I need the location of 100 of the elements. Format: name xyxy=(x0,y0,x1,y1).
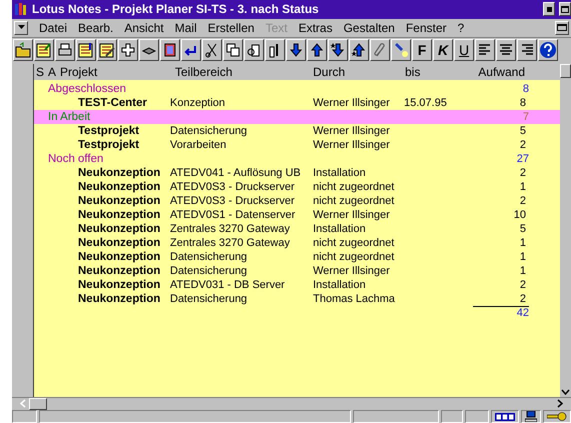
table-cell-text: Neukonzeption xyxy=(78,293,162,306)
paperclip-icon[interactable] xyxy=(370,39,390,61)
maximize-button[interactable] xyxy=(559,2,571,16)
table-cell-text: 5 xyxy=(518,223,526,236)
format-button[interactable]: U xyxy=(454,39,474,61)
table-cell-text: 2 xyxy=(518,139,526,152)
category-label[interactable]: Abgeschlossen xyxy=(48,83,473,96)
align-left-icon[interactable] xyxy=(475,39,495,61)
scroll-thumb[interactable] xyxy=(560,64,571,78)
menu-item[interactable]: Fenster xyxy=(406,20,447,35)
document-icon[interactable] xyxy=(160,39,180,61)
table-cell-text: Werner Illsinger xyxy=(313,139,391,152)
table-cell-text: Neukonzeption xyxy=(78,181,162,194)
system-menu-button[interactable] xyxy=(14,20,28,35)
menu-item[interactable]: ? xyxy=(458,20,464,35)
paste-icon[interactable] xyxy=(244,39,264,61)
table-cell-text: Werner Illsinger xyxy=(313,97,391,110)
app-icon xyxy=(14,2,28,16)
info-icon[interactable] xyxy=(76,39,96,61)
format-button[interactable]: K xyxy=(433,39,453,61)
align-right-icon[interactable] xyxy=(517,39,537,61)
table-cell-text: 1 xyxy=(518,251,526,264)
column-header[interactable]: Aufwand xyxy=(465,65,525,80)
notebook-icon[interactable] xyxy=(34,39,54,61)
maximize-icon xyxy=(561,6,569,13)
table-cell-text: nicht zugeordnet xyxy=(313,237,396,250)
table-cell-text: 8 xyxy=(518,97,526,110)
printer-icon[interactable] xyxy=(55,39,75,61)
table-cell-text: Thomas Lachma xyxy=(313,293,396,306)
table-cell-text: 2 xyxy=(518,167,526,180)
table-cell-text: ATEDV041 - Auflösung UB xyxy=(170,167,302,180)
table-cell-text: 2 xyxy=(518,293,526,306)
plus-icon[interactable] xyxy=(118,39,138,61)
table-cell-text: ATEDV0S3 - Druckserver xyxy=(170,181,296,194)
menu-item[interactable]: Gestalten xyxy=(343,20,395,35)
table-cell-text: Datensicherung xyxy=(170,125,248,138)
table-cell-text: 1 xyxy=(518,181,526,194)
flashlight-icon[interactable] xyxy=(391,39,411,61)
table-cell-text: 1 xyxy=(518,265,526,278)
table-cell-text: Neukonzeption xyxy=(78,279,162,292)
table-cell-text: 10 xyxy=(512,209,526,222)
table-cell-text: Neukonzeption xyxy=(78,223,162,236)
panes-icon[interactable] xyxy=(491,410,519,423)
table-cell-text: Konzeption xyxy=(170,97,226,110)
table-cell-text: Installation xyxy=(313,223,367,236)
scroll-thumb[interactable] xyxy=(29,398,47,410)
help-icon[interactable] xyxy=(538,39,558,61)
category-label[interactable]: Noch offen xyxy=(48,153,473,166)
table-cell-text: Testprojekt xyxy=(78,139,140,152)
align-center-icon[interactable] xyxy=(496,39,516,61)
restore-button[interactable] xyxy=(555,20,569,35)
caret-icon xyxy=(18,25,24,30)
status-panel xyxy=(464,410,489,423)
star-down-icon[interactable] xyxy=(328,39,348,61)
tools-icon[interactable] xyxy=(265,39,285,61)
edit-icon[interactable] xyxy=(97,39,117,61)
menu-item[interactable]: Erstellen xyxy=(208,20,254,35)
menu-item[interactable]: Bearb. xyxy=(78,20,114,35)
table-cell-text: Neukonzeption xyxy=(78,237,162,250)
copy-icon[interactable] xyxy=(223,39,243,61)
table-cell-text: 5 xyxy=(518,125,526,138)
column-header[interactable]: Projekt xyxy=(60,65,175,80)
table-cell-text: Zentrales 3270 Gateway xyxy=(170,223,291,236)
table-cell-text: ATEDV031 - DB Server xyxy=(170,279,286,292)
category-total: 27 xyxy=(516,153,529,166)
table-cell-text: Installation xyxy=(313,167,367,180)
table-cell-text: 2 xyxy=(518,195,526,208)
restore-icon xyxy=(557,24,567,32)
table-cell-text: Vorarbeiten xyxy=(170,139,228,152)
format-button[interactable]: F xyxy=(412,39,432,61)
menu-item[interactable]: Extras xyxy=(298,20,332,35)
table-cell-text: 1 xyxy=(518,237,526,250)
column-header[interactable]: bis xyxy=(405,65,465,80)
star-up-icon[interactable] xyxy=(349,39,369,61)
status-panel xyxy=(441,410,463,423)
key-icon[interactable] xyxy=(543,410,571,423)
column-header[interactable]: Teilbereich xyxy=(175,65,313,80)
table-cell-text: Datensicherung xyxy=(170,293,248,306)
table-cell-text: Werner Illsinger xyxy=(313,209,391,222)
menu-item[interactable]: Ansicht xyxy=(124,20,164,35)
table-cell-text: Neukonzeption xyxy=(78,167,162,180)
table-cell-text: Testprojekt xyxy=(78,125,140,138)
menu-item[interactable]: Datei xyxy=(39,20,68,35)
stack-icon[interactable] xyxy=(139,39,159,61)
column-header[interactable]: Durch xyxy=(313,65,405,80)
table-cell-text: nicht zugeordnet xyxy=(313,181,396,194)
table-cell-text: Datensicherung xyxy=(170,265,248,278)
table-cell-text: Neukonzeption xyxy=(78,251,162,264)
table-cell-text: Installation xyxy=(313,279,367,292)
grand-total: 42 xyxy=(473,306,529,319)
column-header[interactable]: S xyxy=(36,65,48,80)
minimize-button[interactable] xyxy=(543,2,555,16)
column-header[interactable]: A xyxy=(48,65,60,80)
menu-item[interactable]: Mail xyxy=(174,20,197,35)
table-cell: 15.07.95 xyxy=(404,97,447,110)
table-cell-text: TEST-Center xyxy=(78,97,148,110)
scissors-icon[interactable] xyxy=(202,39,222,61)
folder-icon[interactable] xyxy=(13,39,33,61)
computer-icon[interactable] xyxy=(521,410,541,423)
window-title: Lotus Notes - Projekt Planer SI-TS - 3. nach Status xyxy=(32,2,320,16)
